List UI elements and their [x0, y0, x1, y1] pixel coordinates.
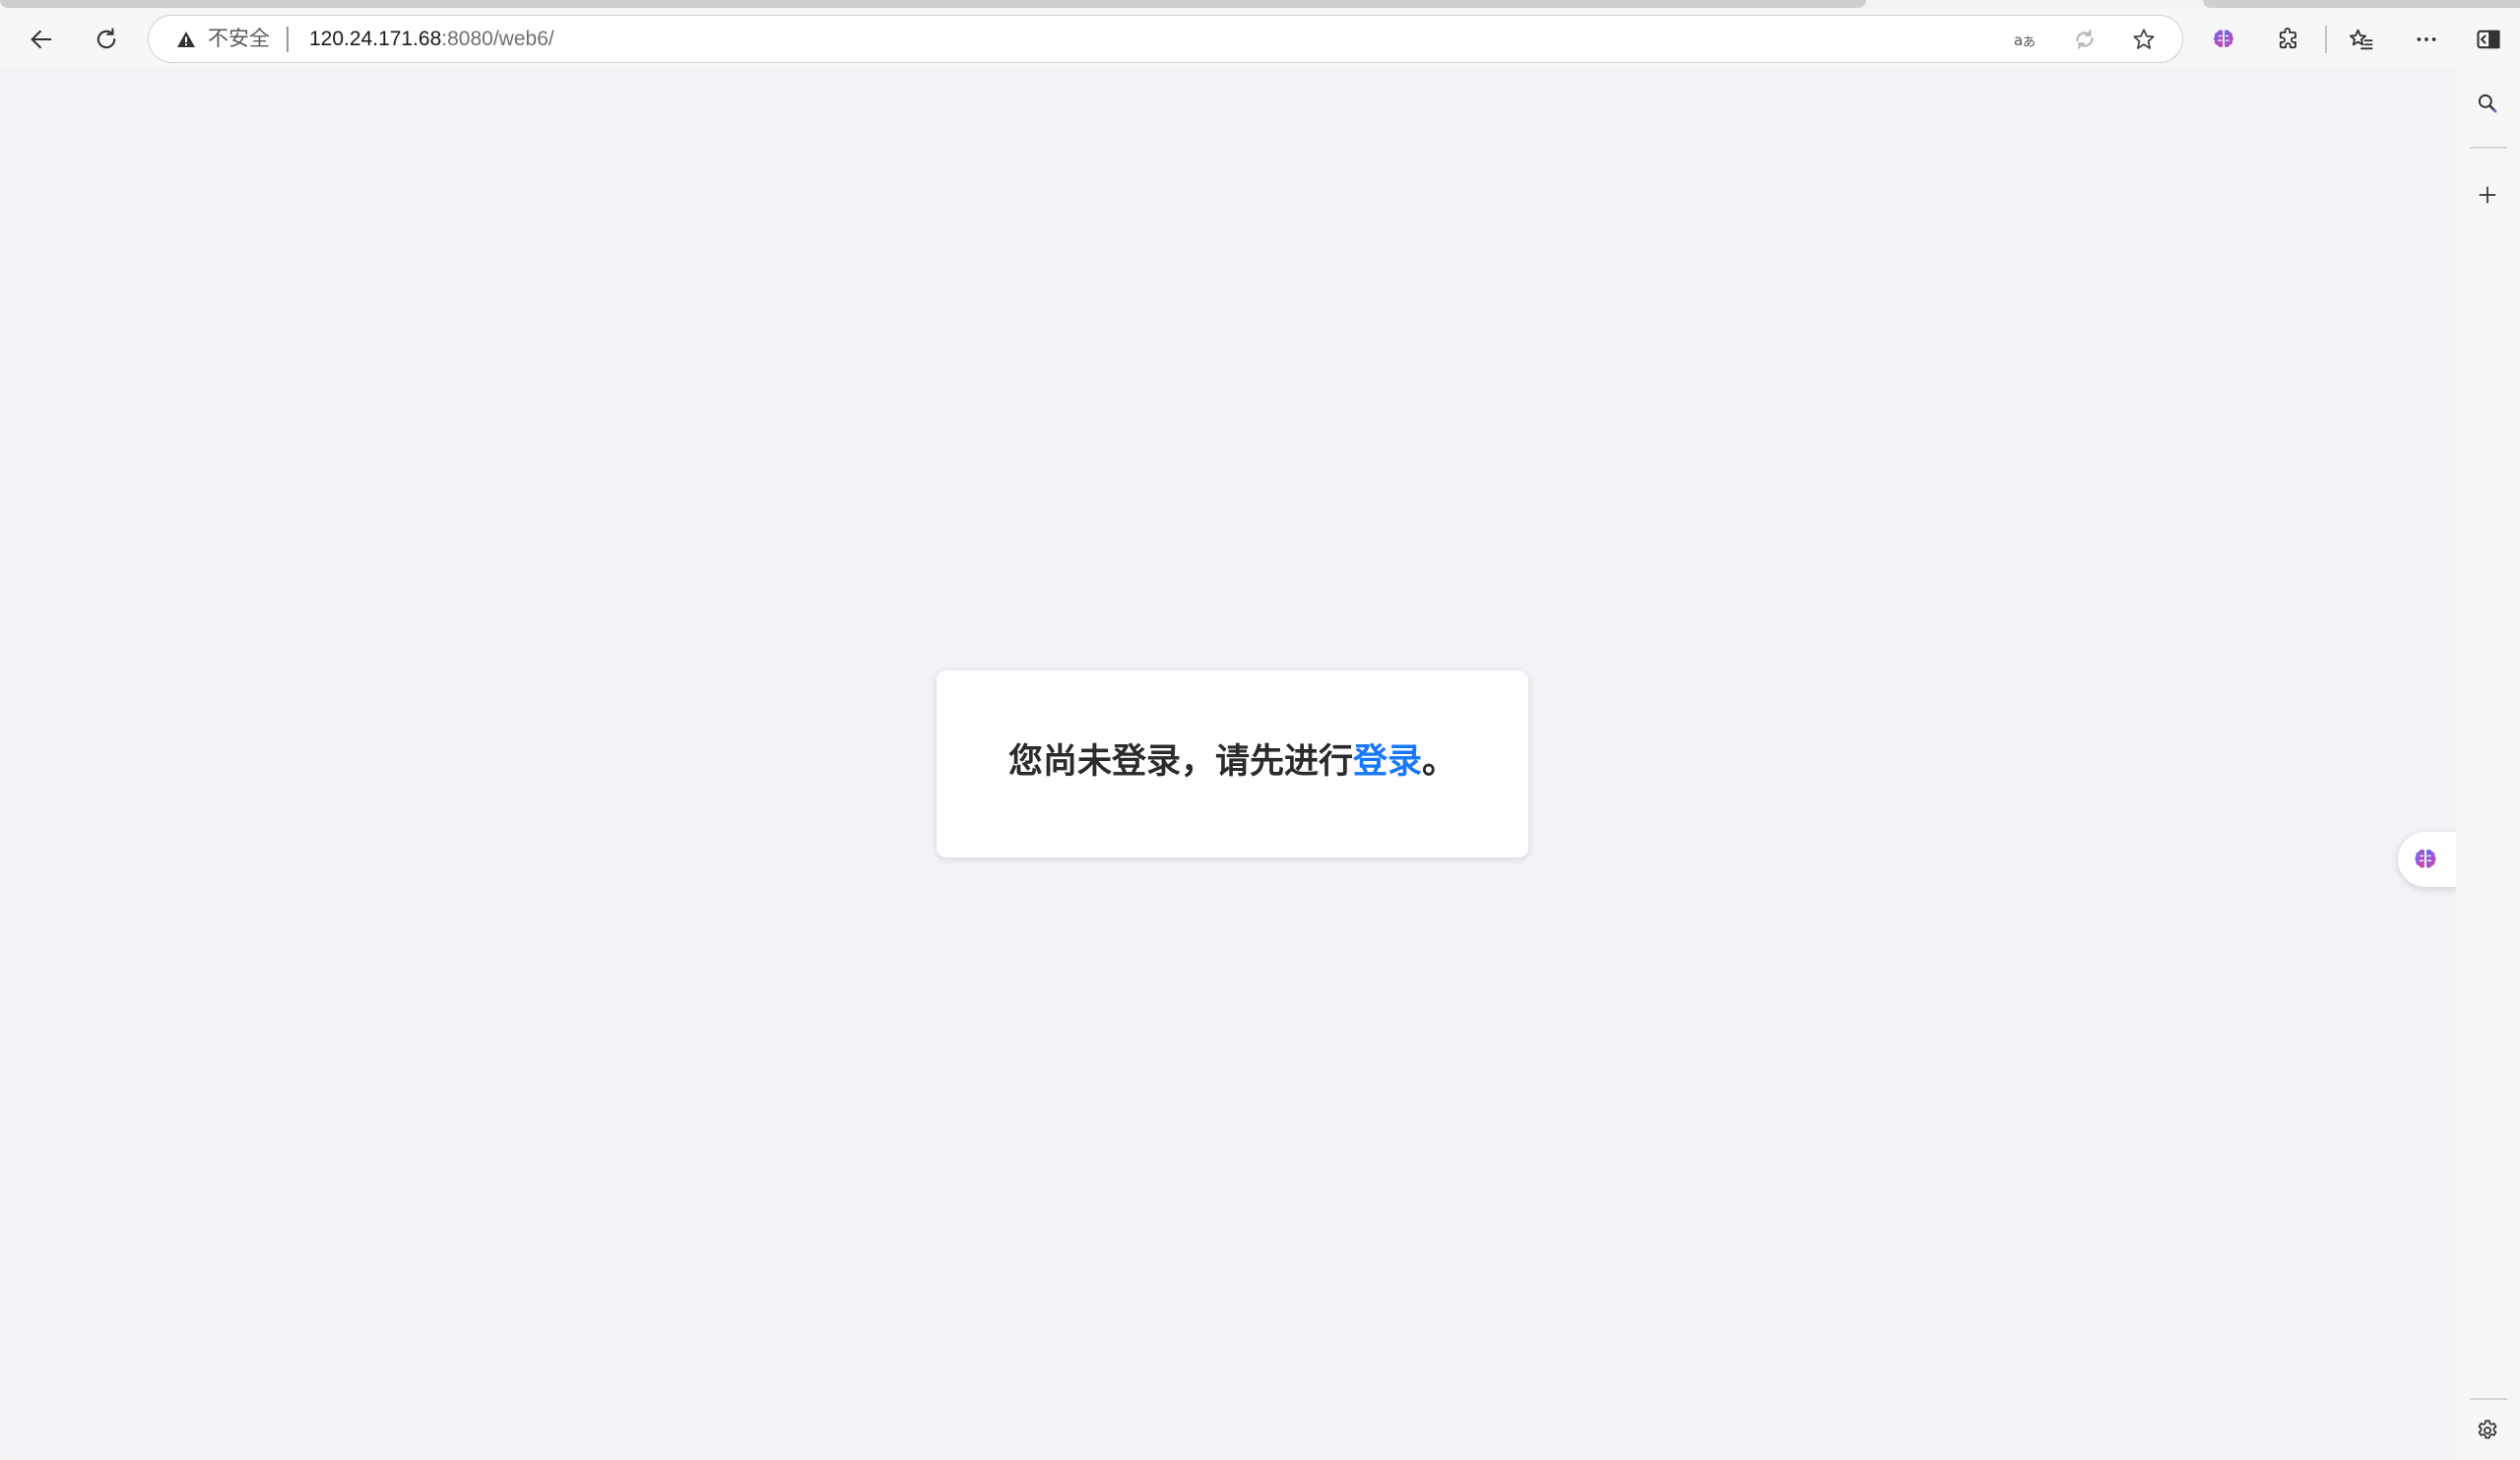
login-link[interactable]: 登录	[1353, 742, 1422, 782]
sidebar-settings-button[interactable]	[2465, 1408, 2510, 1453]
url-path: :8080/web6/	[441, 28, 554, 50]
sidebar-divider	[2470, 147, 2507, 149]
back-button[interactable]	[17, 15, 66, 64]
notice-prefix: 您尚未登录，请先进行	[1007, 741, 1353, 782]
address-divider	[287, 27, 289, 52]
favorites-icon	[2349, 29, 2373, 50]
translate-button[interactable]: a あ	[2011, 25, 2040, 54]
refresh-button[interactable]	[82, 15, 131, 64]
svg-text:あ: あ	[2023, 35, 2035, 50]
svg-text:a: a	[2014, 32, 2023, 49]
notice-suffix: 。	[1422, 741, 1457, 782]
add-icon	[2479, 186, 2496, 204]
extensions-button[interactable]	[2264, 15, 2313, 64]
favorite-star-icon	[2133, 29, 2155, 49]
reading-mode-button[interactable]	[2070, 25, 2100, 54]
sidebar-toggle-button[interactable]	[2464, 15, 2513, 64]
browser-toolbar: 不安全 120.24.171.68:8080/web6/ a あ	[0, 9, 2520, 69]
favorite-button[interactable]	[2129, 25, 2159, 54]
arrow-left-icon	[31, 30, 52, 49]
floating-assistant-button[interactable]	[2398, 832, 2457, 887]
extensions-icon	[2279, 28, 2296, 49]
security-label[interactable]: 不安全	[208, 28, 270, 51]
tab-strip-segment	[0, 0, 1866, 8]
favorites-button[interactable]	[2337, 15, 2386, 64]
sidebar-divider	[2470, 1398, 2507, 1400]
url-host: 120.24.171.68	[309, 28, 442, 50]
refresh-icon	[97, 28, 116, 49]
address-bar[interactable]: 不安全 120.24.171.68:8080/web6/ a あ	[148, 15, 2183, 63]
reading-mode-icon	[2076, 30, 2094, 49]
login-notice-message: 您尚未登录，请先进行登录。	[1008, 733, 1456, 784]
brain-extension-icon	[2415, 849, 2436, 868]
search-icon	[2478, 94, 2497, 113]
browser-sidebar	[2456, 69, 2520, 1460]
more-button[interactable]	[2402, 15, 2451, 64]
sidebar-toggle-icon	[2477, 30, 2500, 49]
warning-icon	[177, 32, 195, 47]
more-icon	[2417, 37, 2436, 41]
page-viewport: 您尚未登录，请先进行登录。	[6, 69, 2456, 1460]
translate-icon: a あ	[2014, 32, 2035, 50]
brain-extension-icon	[2214, 30, 2233, 47]
login-notice-card: 您尚未登录，请先进行登录。	[937, 670, 1528, 857]
settings-icon	[2478, 1420, 2497, 1439]
url-text[interactable]: 120.24.171.68:8080/web6/	[309, 28, 554, 51]
brain-extension-button[interactable]	[2199, 15, 2248, 64]
toolbar-divider	[2325, 26, 2327, 53]
sidebar-add-button[interactable]	[2465, 172, 2510, 218]
sidebar-search-button[interactable]	[2465, 81, 2510, 126]
tab-strip-segment	[2203, 0, 2520, 8]
tab-strip	[0, 0, 2520, 9]
